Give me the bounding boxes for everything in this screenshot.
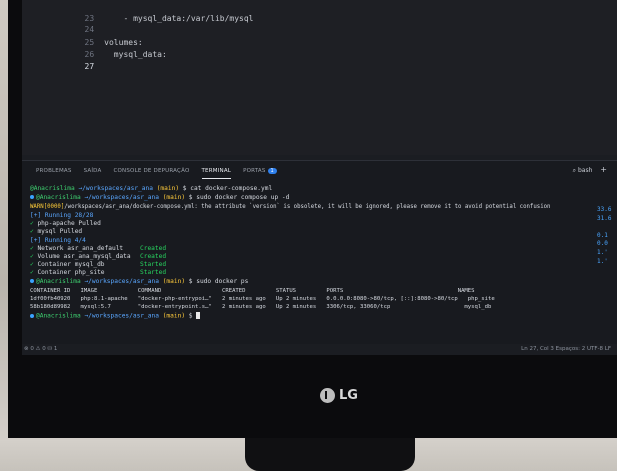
- brand-text: LG: [339, 388, 358, 403]
- warn-text: /workspaces/asr_ana/docker-compose.yml: …: [64, 204, 551, 210]
- resource-name: Network asr_ana_default: [33, 245, 124, 252]
- prompt-user: @Anacrislima: [36, 278, 81, 285]
- new-terminal-button[interactable]: +: [600, 165, 607, 174]
- editor-line: 24: [22, 13, 104, 34]
- terminal-cursor: [196, 312, 201, 319]
- prompt-user: @Anacrislima: [36, 194, 81, 201]
- monitor-stand: [245, 438, 415, 471]
- prompt-dot-icon: [30, 279, 34, 283]
- ports-badge: 1: [267, 168, 277, 174]
- editor-line: 27: [22, 50, 104, 71]
- terminal-line: ✓ mysql Pulled: [30, 228, 82, 237]
- editor-line: 26 mysql_data:: [22, 38, 167, 59]
- shell-name: bash: [577, 167, 593, 174]
- status-cursor-info[interactable]: Ln 27, Col 3 Espaços: 2 UTF-8 LF: [521, 346, 611, 352]
- brand-logo: LG: [320, 388, 358, 403]
- terminal-line: @Anacrislima →/workspaces/asr_ana (main)…: [30, 278, 248, 287]
- prompt-path: /workspaces/asr_ana: [88, 194, 159, 201]
- tab-output[interactable]: SAÍDA: [84, 165, 102, 179]
- photo-background: 23 - mysql_data:/var/lib/mysql 24 25 volu…: [0, 0, 617, 471]
- line-number: 27: [84, 62, 95, 71]
- tab-problems[interactable]: PROBLEMAS: [36, 165, 72, 179]
- pull-text: php-apache Pulled: [33, 220, 101, 227]
- pull-text: mysql Pulled: [33, 228, 83, 235]
- warn-tag: WARN[0000]: [30, 204, 65, 210]
- resource-name: Container php_site: [33, 269, 105, 276]
- prompt-path: /workspaces/asr_ana: [88, 312, 159, 320]
- prompt-path: /workspaces/asr_ana: [82, 185, 153, 192]
- line-code: - mysql_data:/var/lib/mysql: [104, 14, 254, 23]
- prompt-branch: (main): [156, 185, 180, 192]
- terminal-line: WARN[0000]/workspaces/asr_ana/docker-com…: [30, 203, 550, 212]
- terminal-icon: ⌕: [572, 167, 577, 174]
- tab-ports-label: PORTAS: [243, 168, 266, 174]
- prompt-branch: (main): [162, 312, 186, 320]
- terminal-line: @Anacrislima →/workspaces/asr_ana (main)…: [30, 185, 272, 194]
- tab-ports[interactable]: PORTAS 1: [243, 165, 277, 179]
- terminal-line: @Anacrislima →/workspaces/asr_ana (main)…: [30, 312, 201, 321]
- vscode-window: 23 - mysql_data:/var/lib/mysql 24 25 volu…: [22, 0, 617, 355]
- lg-logo-icon: [320, 388, 335, 403]
- terminal-right-numbers: 33.6 31.6 0.1 0.0 1.' 1.': [597, 206, 612, 265]
- prompt-symbol: $: [188, 312, 197, 320]
- terminal-line: @Anacrislima →/workspaces/asr_ana (main)…: [30, 194, 289, 203]
- prompt-user: @Anacrislima: [30, 185, 75, 192]
- prompt-branch: (main): [162, 278, 186, 285]
- resource-status: Started: [140, 269, 167, 276]
- status-problems[interactable]: ⊗ 0 ⚠ 0 ⛁ 1: [24, 346, 57, 352]
- command-text: $ sudo docker compose up -d: [188, 194, 290, 201]
- prompt-branch: (main): [162, 194, 186, 201]
- terminal-shell-selector[interactable]: ⌕ bash +: [573, 165, 607, 175]
- tab-terminal[interactable]: TERMINAL: [201, 165, 232, 179]
- command-text: $ sudo docker ps: [188, 278, 249, 285]
- panel-tabs: PROBLEMAS SAÍDA CONSOLE DE DEPURAÇÃO TER…: [36, 165, 277, 179]
- ps-row: 58b180d89982 mysql:5.7 "docker-entrypoin…: [30, 304, 492, 310]
- terminal-output[interactable]: @Anacrislima →/workspaces/asr_ana (main)…: [30, 185, 610, 335]
- line-code: mysql_data:: [104, 50, 167, 59]
- resource-name: Container mysql_db: [33, 261, 105, 268]
- bottom-panel: PROBLEMAS SAÍDA CONSOLE DE DEPURAÇÃO TER…: [22, 160, 617, 355]
- command-text: $ cat docker-compose.yml: [182, 185, 273, 192]
- terminal-line: ✓ Container php_site Started: [30, 269, 166, 278]
- prompt-dot-icon: [30, 195, 34, 199]
- prompt-dot-icon: [30, 313, 34, 318]
- monitor-bezel: 23 - mysql_data:/var/lib/mysql 24 25 volu…: [8, 0, 617, 438]
- resource-name: Volume asr_ana_mysql_data: [33, 253, 131, 260]
- prompt-user: @Anacrislima: [36, 312, 81, 320]
- editor-pane[interactable]: 23 - mysql_data:/var/lib/mysql 24 25 volu…: [22, 0, 617, 155]
- editor-line: 25 volumes:: [22, 26, 143, 47]
- status-bar: ⊗ 0 ⚠ 0 ⛁ 1 Ln 27, Col 3 Espaços: 2 UTF-…: [22, 344, 617, 355]
- tab-debug-console[interactable]: CONSOLE DE DEPURAÇÃO: [113, 165, 189, 179]
- editor-line: 23 - mysql_data:/var/lib/mysql: [22, 2, 254, 23]
- prompt-path: /workspaces/asr_ana: [88, 278, 159, 285]
